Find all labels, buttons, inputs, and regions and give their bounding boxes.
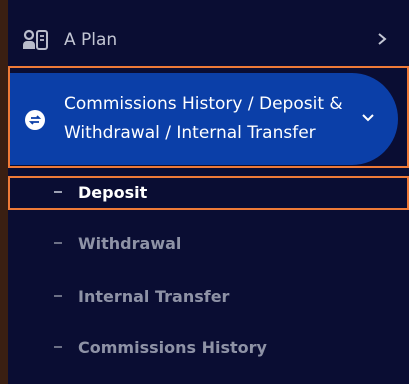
sub-item-label: Internal Transfer — [78, 286, 230, 306]
dash-icon — [54, 191, 62, 193]
sidebar-item-a-plan[interactable]: A Plan — [8, 18, 409, 62]
sub-item-deposit[interactable]: Deposit — [54, 177, 147, 207]
chevron-right-icon — [375, 30, 389, 48]
sub-item-label: Withdrawal — [78, 233, 182, 253]
sub-item-withdrawal[interactable]: Withdrawal — [54, 228, 181, 258]
sub-item-label: Commissions History — [78, 337, 267, 357]
dash-icon — [54, 242, 62, 244]
sub-item-label: Deposit — [78, 182, 148, 202]
sidebar-item-label: Commissions History / Deposit & Withdraw… — [64, 94, 343, 143]
transfer-icon — [25, 110, 45, 130]
sub-item-internal-transfer[interactable]: Internal Transfer — [54, 281, 229, 311]
id-card-icon — [22, 28, 48, 52]
chevron-down-icon[interactable] — [360, 109, 376, 122]
dash-icon — [54, 295, 62, 297]
sub-item-commissions-history[interactable]: Commissions History — [54, 332, 267, 362]
dash-icon — [54, 346, 62, 348]
sidebar-item-label: A Plan — [64, 30, 118, 50]
sidebar-nav: A Plan Commissions History / Deposit & W… — [8, 0, 409, 384]
